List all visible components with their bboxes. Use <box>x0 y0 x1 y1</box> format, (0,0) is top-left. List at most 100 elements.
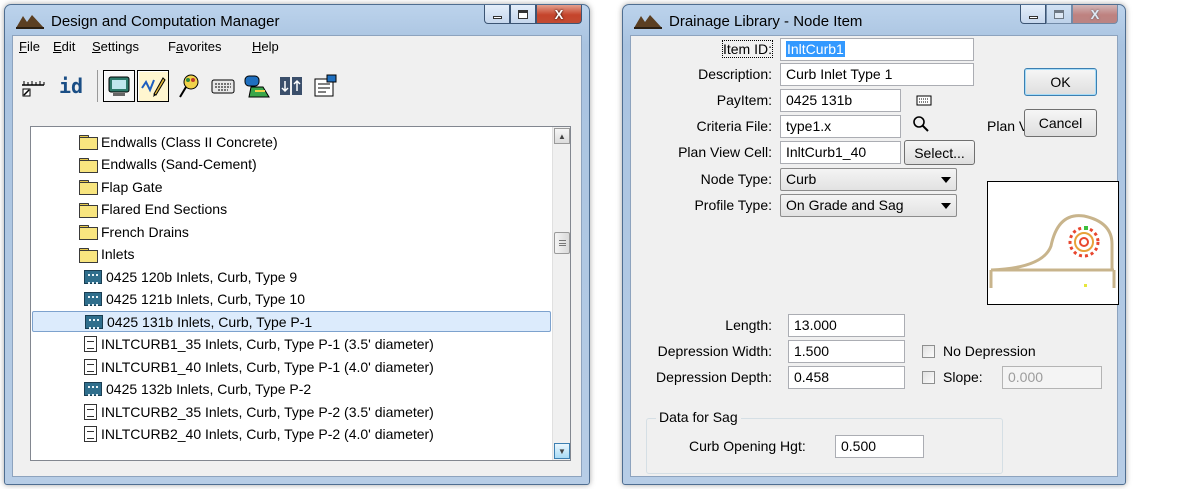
tree-label: INLTCURB1_35 Inlets, Curb, Type P-1 (3.5… <box>101 336 434 352</box>
tree-label: 0425 121b Inlets, Curb, Type 10 <box>106 291 305 307</box>
tree-folder[interactable]: Inlets <box>31 244 134 265</box>
tree-scrollbar[interactable]: ▲ ▼ <box>552 127 570 460</box>
no-depression-checkbox[interactable] <box>922 345 935 358</box>
ruler-icon <box>22 81 45 97</box>
minimize-icon <box>492 15 502 19</box>
node-titlebar[interactable]: Drainage Library - Node Item X <box>623 5 1125 35</box>
ruler-tool-button[interactable] <box>17 70 49 102</box>
compare-icon <box>280 77 302 95</box>
tree-folder[interactable]: Flap Gate <box>31 176 162 197</box>
select-cell-button[interactable]: Select... <box>904 140 975 165</box>
menu-favorites[interactable]: Favorites <box>168 39 221 54</box>
description-field[interactable]: Curb Inlet Type 1 <box>780 63 974 86</box>
dropdown-arrow-icon <box>941 177 951 183</box>
plan-view-cell-field[interactable]: InltCurb1_40 <box>780 141 901 164</box>
node-type-value: Curb <box>786 171 817 187</box>
tree-label: Endwalls (Sand-Cement) <box>101 156 257 172</box>
keyboard-icon <box>916 95 932 105</box>
menu-settings[interactable]: Settings <box>92 39 139 54</box>
node-type-label: Node Type: <box>700 171 772 187</box>
criteria-file-label: Criteria File: <box>696 118 772 134</box>
menu-help[interactable]: Help <box>252 39 279 54</box>
profile-type-value: On Grade and Sag <box>786 197 904 213</box>
maximize-icon <box>518 9 528 19</box>
length-label: Length: <box>725 317 772 333</box>
item-id-field[interactable]: InltCurb1 <box>780 38 974 61</box>
slope-checkbox[interactable] <box>922 371 935 384</box>
tree-label: INLTCURB2_40 Inlets, Curb, Type P-2 (4.0… <box>101 426 434 442</box>
cancel-button[interactable]: Cancel <box>1024 109 1097 137</box>
tree-item[interactable]: 0425 131b Inlets, Curb, Type P-1 <box>32 311 551 332</box>
ok-button[interactable]: OK <box>1024 68 1097 96</box>
tree-label: Flap Gate <box>101 178 163 195</box>
close-button[interactable]: X <box>1072 5 1118 24</box>
scroll-up-button[interactable]: ▲ <box>554 128 570 144</box>
arrow-down-icon: ▼ <box>558 446 566 456</box>
display-tool-button[interactable] <box>103 70 135 102</box>
folder-icon <box>79 135 98 150</box>
folder-icon <box>79 225 98 240</box>
menu-file[interactable]: File <box>19 39 40 54</box>
length-field[interactable]: 13.000 <box>788 314 905 337</box>
properties-tool-button[interactable] <box>309 70 341 102</box>
dcm-title: Design and Computation Manager <box>51 13 280 30</box>
item-tree[interactable]: INLTCURB2_40 Inlets, Curb, Type P-2 (4.0… <box>30 126 571 461</box>
query-tool-button[interactable] <box>241 70 273 102</box>
tree-folder[interactable]: Endwalls (Class II Concrete) <box>31 131 278 152</box>
maximize-button[interactable] <box>510 5 536 24</box>
curb-opening-field[interactable]: 0.500 <box>835 435 924 458</box>
app-icon <box>16 15 44 29</box>
slope-label: Slope: <box>943 369 983 385</box>
maximize-icon <box>1054 9 1064 19</box>
criteria-file-field[interactable]: type1.x <box>780 115 901 138</box>
inlet-cell-drawing <box>989 214 1116 288</box>
minimize-button[interactable] <box>1020 5 1046 24</box>
maximize-button <box>1046 5 1072 24</box>
node-type-select[interactable]: Curb <box>780 168 957 191</box>
compare-tool-button[interactable] <box>275 70 307 102</box>
tree-item[interactable]: 0425 120b Inlets, Curb, Type 9 <box>31 266 297 287</box>
tree-item[interactable]: INLTCURB2_40 Inlets, Curb, Type P-2 (4.0… <box>31 424 434 445</box>
tree-folder[interactable]: Endwalls (Sand-Cement) <box>31 154 257 175</box>
folder-icon <box>79 157 98 173</box>
close-icon: X <box>1090 6 1100 22</box>
keyboard-tool-button[interactable] <box>207 70 239 102</box>
tree-item[interactable]: INLTCURB1_35 Inlets, Curb, Type P-1 (3.5… <box>31 334 434 355</box>
tree-label: Endwalls (Class II Concrete) <box>101 133 278 150</box>
tree-item[interactable]: INLTCURB2_35 Inlets, Curb, Type P-2 (3.5… <box>31 401 434 422</box>
caption-buttons: X <box>1020 5 1118 24</box>
depression-width-field[interactable]: 1.500 <box>788 340 905 363</box>
grip-icon <box>558 240 566 246</box>
no-depression-label: No Depression <box>943 343 1036 359</box>
tree-folder[interactable]: Flared End Sections <box>31 199 227 220</box>
palette-tool-button[interactable] <box>173 70 205 102</box>
payitem-label: PayItem: <box>716 92 772 108</box>
criteria-browse-button[interactable] <box>911 114 931 134</box>
tree-label: Inlets <box>101 246 135 262</box>
arrow-up-icon: ▲ <box>558 131 566 141</box>
query-icon <box>244 75 270 98</box>
sag-group-title: Data for Sag <box>656 409 741 425</box>
close-button[interactable]: X <box>536 5 582 24</box>
scroll-down-button[interactable]: ▼ <box>554 443 570 459</box>
dcm-titlebar[interactable]: Design and Computation Manager X <box>5 5 589 35</box>
tree-item[interactable]: 0425 132b Inlets, Curb, Type P-2 <box>31 379 311 400</box>
tree-label: 0425 132b Inlets, Curb, Type P-2 <box>106 381 312 397</box>
id-tool-button[interactable]: id <box>51 70 91 102</box>
tree-item[interactable]: 0425 121b Inlets, Curb, Type 10 <box>31 289 305 310</box>
profile-type-select[interactable]: On Grade and Sag <box>780 194 957 217</box>
payitem-field[interactable]: 0425 131b <box>780 89 901 112</box>
close-icon: X <box>554 6 564 22</box>
tree-label: INLTCURB1_40 Inlets, Curb, Type P-1 (4.0… <box>101 358 434 375</box>
pay-item-icon <box>85 314 103 329</box>
depression-depth-field[interactable]: 0.458 <box>788 366 905 389</box>
design-mode-button[interactable] <box>137 70 169 102</box>
tree-item[interactable]: INLTCURB1_40 Inlets, Curb, Type P-1 (4.0… <box>31 356 434 377</box>
payitem-lookup-button[interactable] <box>915 92 933 108</box>
minimize-button[interactable] <box>484 5 510 24</box>
scroll-thumb[interactable] <box>554 232 570 254</box>
dropdown-arrow-icon <box>941 203 951 209</box>
menu-edit[interactable]: Edit <box>53 39 75 54</box>
folder-icon <box>79 202 98 218</box>
tree-folder[interactable]: French Drains <box>31 221 189 242</box>
